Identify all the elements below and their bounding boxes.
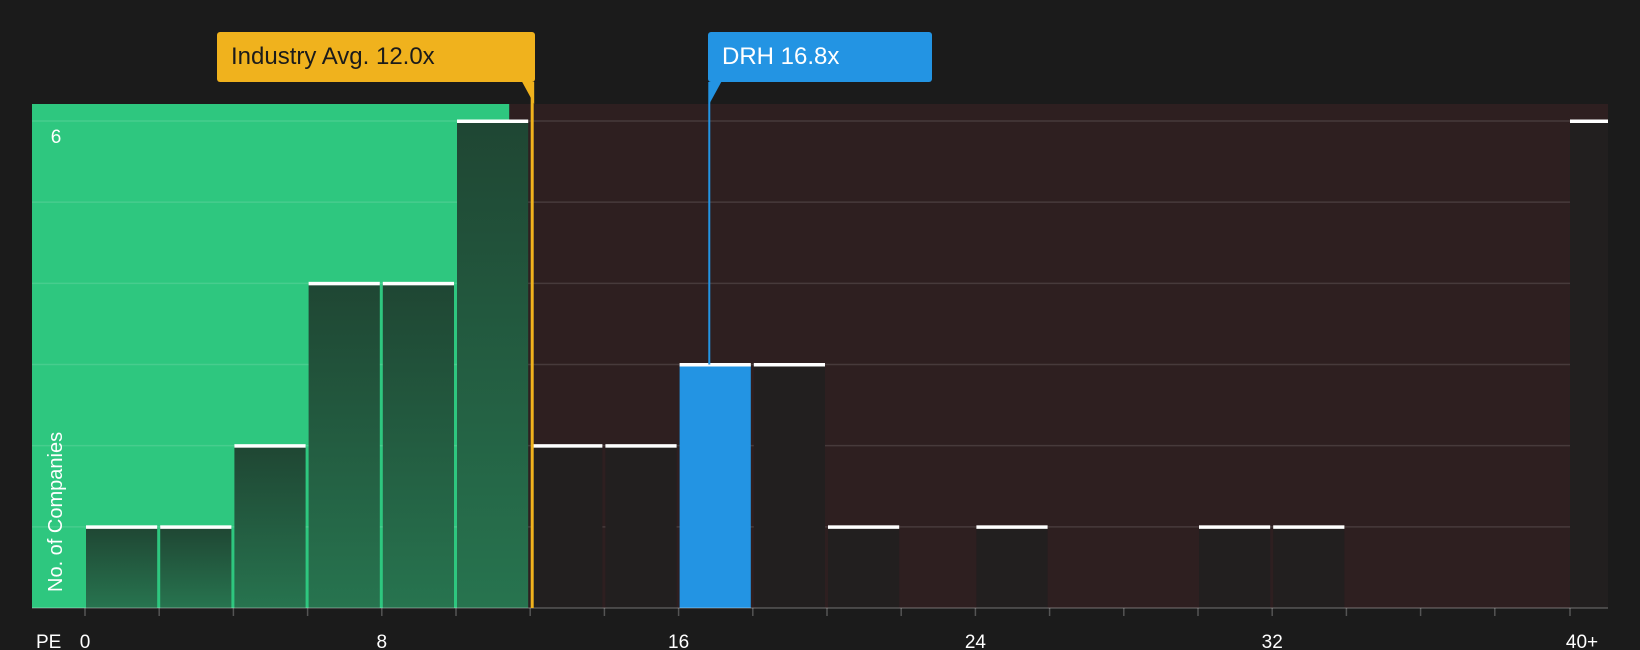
- bar-1: [160, 526, 232, 608]
- bar-12: [1199, 526, 1271, 608]
- bar-10: [828, 526, 900, 608]
- pe-distribution-chart: 0 8 16 24 32 40+ PE 6 No. of Companies: [32, 82, 1608, 650]
- bar-8: [679, 364, 751, 608]
- bar-11: [976, 526, 1048, 608]
- bar-top-marker-3: [308, 281, 380, 286]
- bar-top-marker-1: [160, 525, 232, 529]
- bar-top-marker-14: [1570, 119, 1608, 123]
- company-pe-callout: DRH 16.8x: [708, 32, 932, 82]
- bar-top-marker-6: [531, 444, 603, 448]
- company-pe-label: DRH 16.8x: [722, 43, 840, 70]
- bar-top-marker-11: [976, 525, 1048, 529]
- bar-top-marker-10: [828, 525, 900, 529]
- bar-0: [86, 526, 158, 608]
- x-tick-label-16: 16: [668, 632, 689, 650]
- bar-5: [457, 121, 529, 608]
- bar-top-marker-13: [1273, 525, 1345, 529]
- bar-4: [382, 283, 454, 608]
- bar-top-marker-12: [1199, 525, 1271, 529]
- x-tick-label-0: 0: [80, 632, 91, 650]
- x-axis-label: PE: [36, 632, 61, 650]
- y-axis-label: No. of Companies: [45, 432, 67, 592]
- bar-top-marker-2: [234, 444, 306, 448]
- bar-2: [234, 445, 306, 608]
- industry-average-callout: Industry Avg. 12.0x: [217, 32, 535, 82]
- bar-top-marker-5: [457, 119, 529, 123]
- bar-6: [531, 445, 603, 608]
- bar-top-marker-8: [679, 363, 751, 367]
- y-tick-label-6: 6: [51, 127, 62, 148]
- bar-7: [605, 445, 677, 608]
- bar-14: [1570, 121, 1608, 608]
- x-tick-label-40+: 40+: [1566, 632, 1598, 650]
- x-tick-label-32: 32: [1262, 632, 1283, 650]
- company-callout-pointer: [709, 82, 722, 104]
- x-tick-label-24: 24: [965, 632, 987, 650]
- bar-top-marker-4: [382, 281, 454, 286]
- bar-3: [308, 283, 380, 608]
- bar-13: [1273, 526, 1345, 608]
- bar-top-marker-0: [86, 525, 158, 529]
- industry-average-label: Industry Avg. 12.0x: [231, 43, 435, 70]
- industry-callout-pointer: [522, 82, 535, 104]
- x-tick-label-8: 8: [377, 632, 388, 650]
- bar-9: [753, 364, 825, 608]
- bar-top-marker-7: [605, 444, 677, 448]
- bar-top-marker-9: [753, 363, 825, 367]
